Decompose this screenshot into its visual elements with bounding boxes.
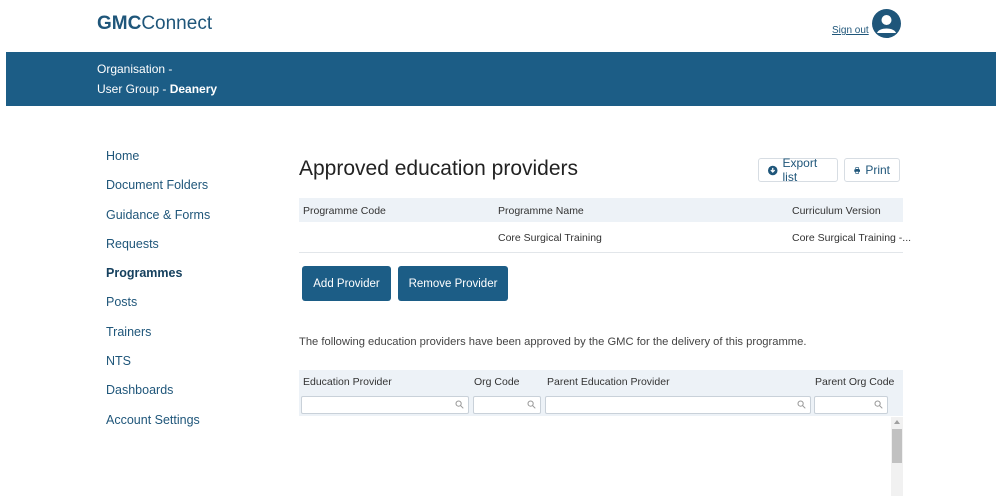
user-avatar-icon[interactable] (872, 9, 901, 38)
sidebar-item-posts[interactable]: Posts (106, 295, 210, 324)
sidebar-item-document-folders[interactable]: Document Folders (106, 178, 210, 207)
add-provider-button[interactable]: Add Provider (302, 266, 391, 301)
col-parent-org-code[interactable]: Parent Org Code (815, 376, 894, 388)
organisation-label: Organisation - (97, 62, 173, 76)
sidebar-nav: Home Document Folders Guidance & Forms R… (106, 149, 210, 442)
cell-curriculum-version: Core Surgical Training -... (792, 232, 912, 244)
col-programme-name[interactable]: Programme Name (498, 205, 584, 217)
export-list-button[interactable]: Export list (758, 156, 838, 184)
col-education-provider[interactable]: Education Provider (303, 376, 392, 388)
print-button[interactable]: Print (844, 158, 900, 182)
cell-programme-name: Core Surgical Training (498, 232, 602, 244)
user-group-value: Deanery (169, 82, 218, 96)
table-row[interactable]: Core Surgical Training Core Surgical Tra… (299, 224, 911, 253)
education-provider-filter-input[interactable] (301, 396, 469, 414)
col-org-code[interactable]: Org Code (474, 376, 520, 388)
sidebar-item-trainers[interactable]: Trainers (106, 325, 210, 354)
remove-provider-button[interactable]: Remove Provider (398, 266, 508, 301)
sidebar-item-home[interactable]: Home (106, 149, 210, 178)
parent-education-provider-filter-input[interactable] (545, 396, 811, 414)
search-icon (797, 400, 806, 409)
export-list-label: Export list (782, 156, 818, 184)
sign-out-link[interactable]: Sign out (832, 25, 869, 36)
programme-table-header: Programme Code Programme Name Curriculum… (299, 198, 903, 222)
org-code-filter-input[interactable] (473, 396, 541, 414)
sidebar-item-requests[interactable]: Requests (106, 237, 210, 266)
sidebar-item-dashboards[interactable]: Dashboards (106, 383, 210, 412)
providers-scrollbar[interactable] (891, 417, 903, 496)
col-parent-education-provider[interactable]: Parent Education Provider (547, 376, 670, 388)
sidebar-item-guidance-forms[interactable]: Guidance & Forms (106, 208, 210, 237)
info-text: The following education providers have b… (299, 336, 807, 348)
top-header: GMCConnect Sign out (0, 0, 996, 52)
user-context-banner: Organisation - User Group - Deanery (6, 52, 996, 106)
sidebar-item-programmes[interactable]: Programmes (106, 266, 210, 295)
download-circle-icon (768, 165, 778, 175)
col-curriculum-version[interactable]: Curriculum Version (792, 205, 881, 217)
user-group-label: User Group - Deanery (97, 82, 218, 96)
gmc-connect-logo[interactable]: GMCConnect (97, 13, 212, 35)
col-programme-code[interactable]: Programme Code (303, 205, 386, 217)
sidebar-item-nts[interactable]: NTS (106, 354, 210, 383)
parent-org-code-filter-input[interactable] (814, 396, 888, 414)
search-icon (455, 400, 464, 409)
scroll-up-icon[interactable] (894, 420, 900, 424)
print-label: Print (865, 163, 890, 177)
scrollbar-thumb[interactable] (892, 429, 902, 463)
providers-table-header: Education Provider Org Code Parent Educa… (299, 370, 903, 392)
printer-icon (854, 166, 861, 174)
search-icon (527, 400, 536, 409)
search-icon (874, 400, 883, 409)
sidebar-item-account-settings[interactable]: Account Settings (106, 413, 210, 442)
page-title: Approved education providers (299, 157, 579, 180)
